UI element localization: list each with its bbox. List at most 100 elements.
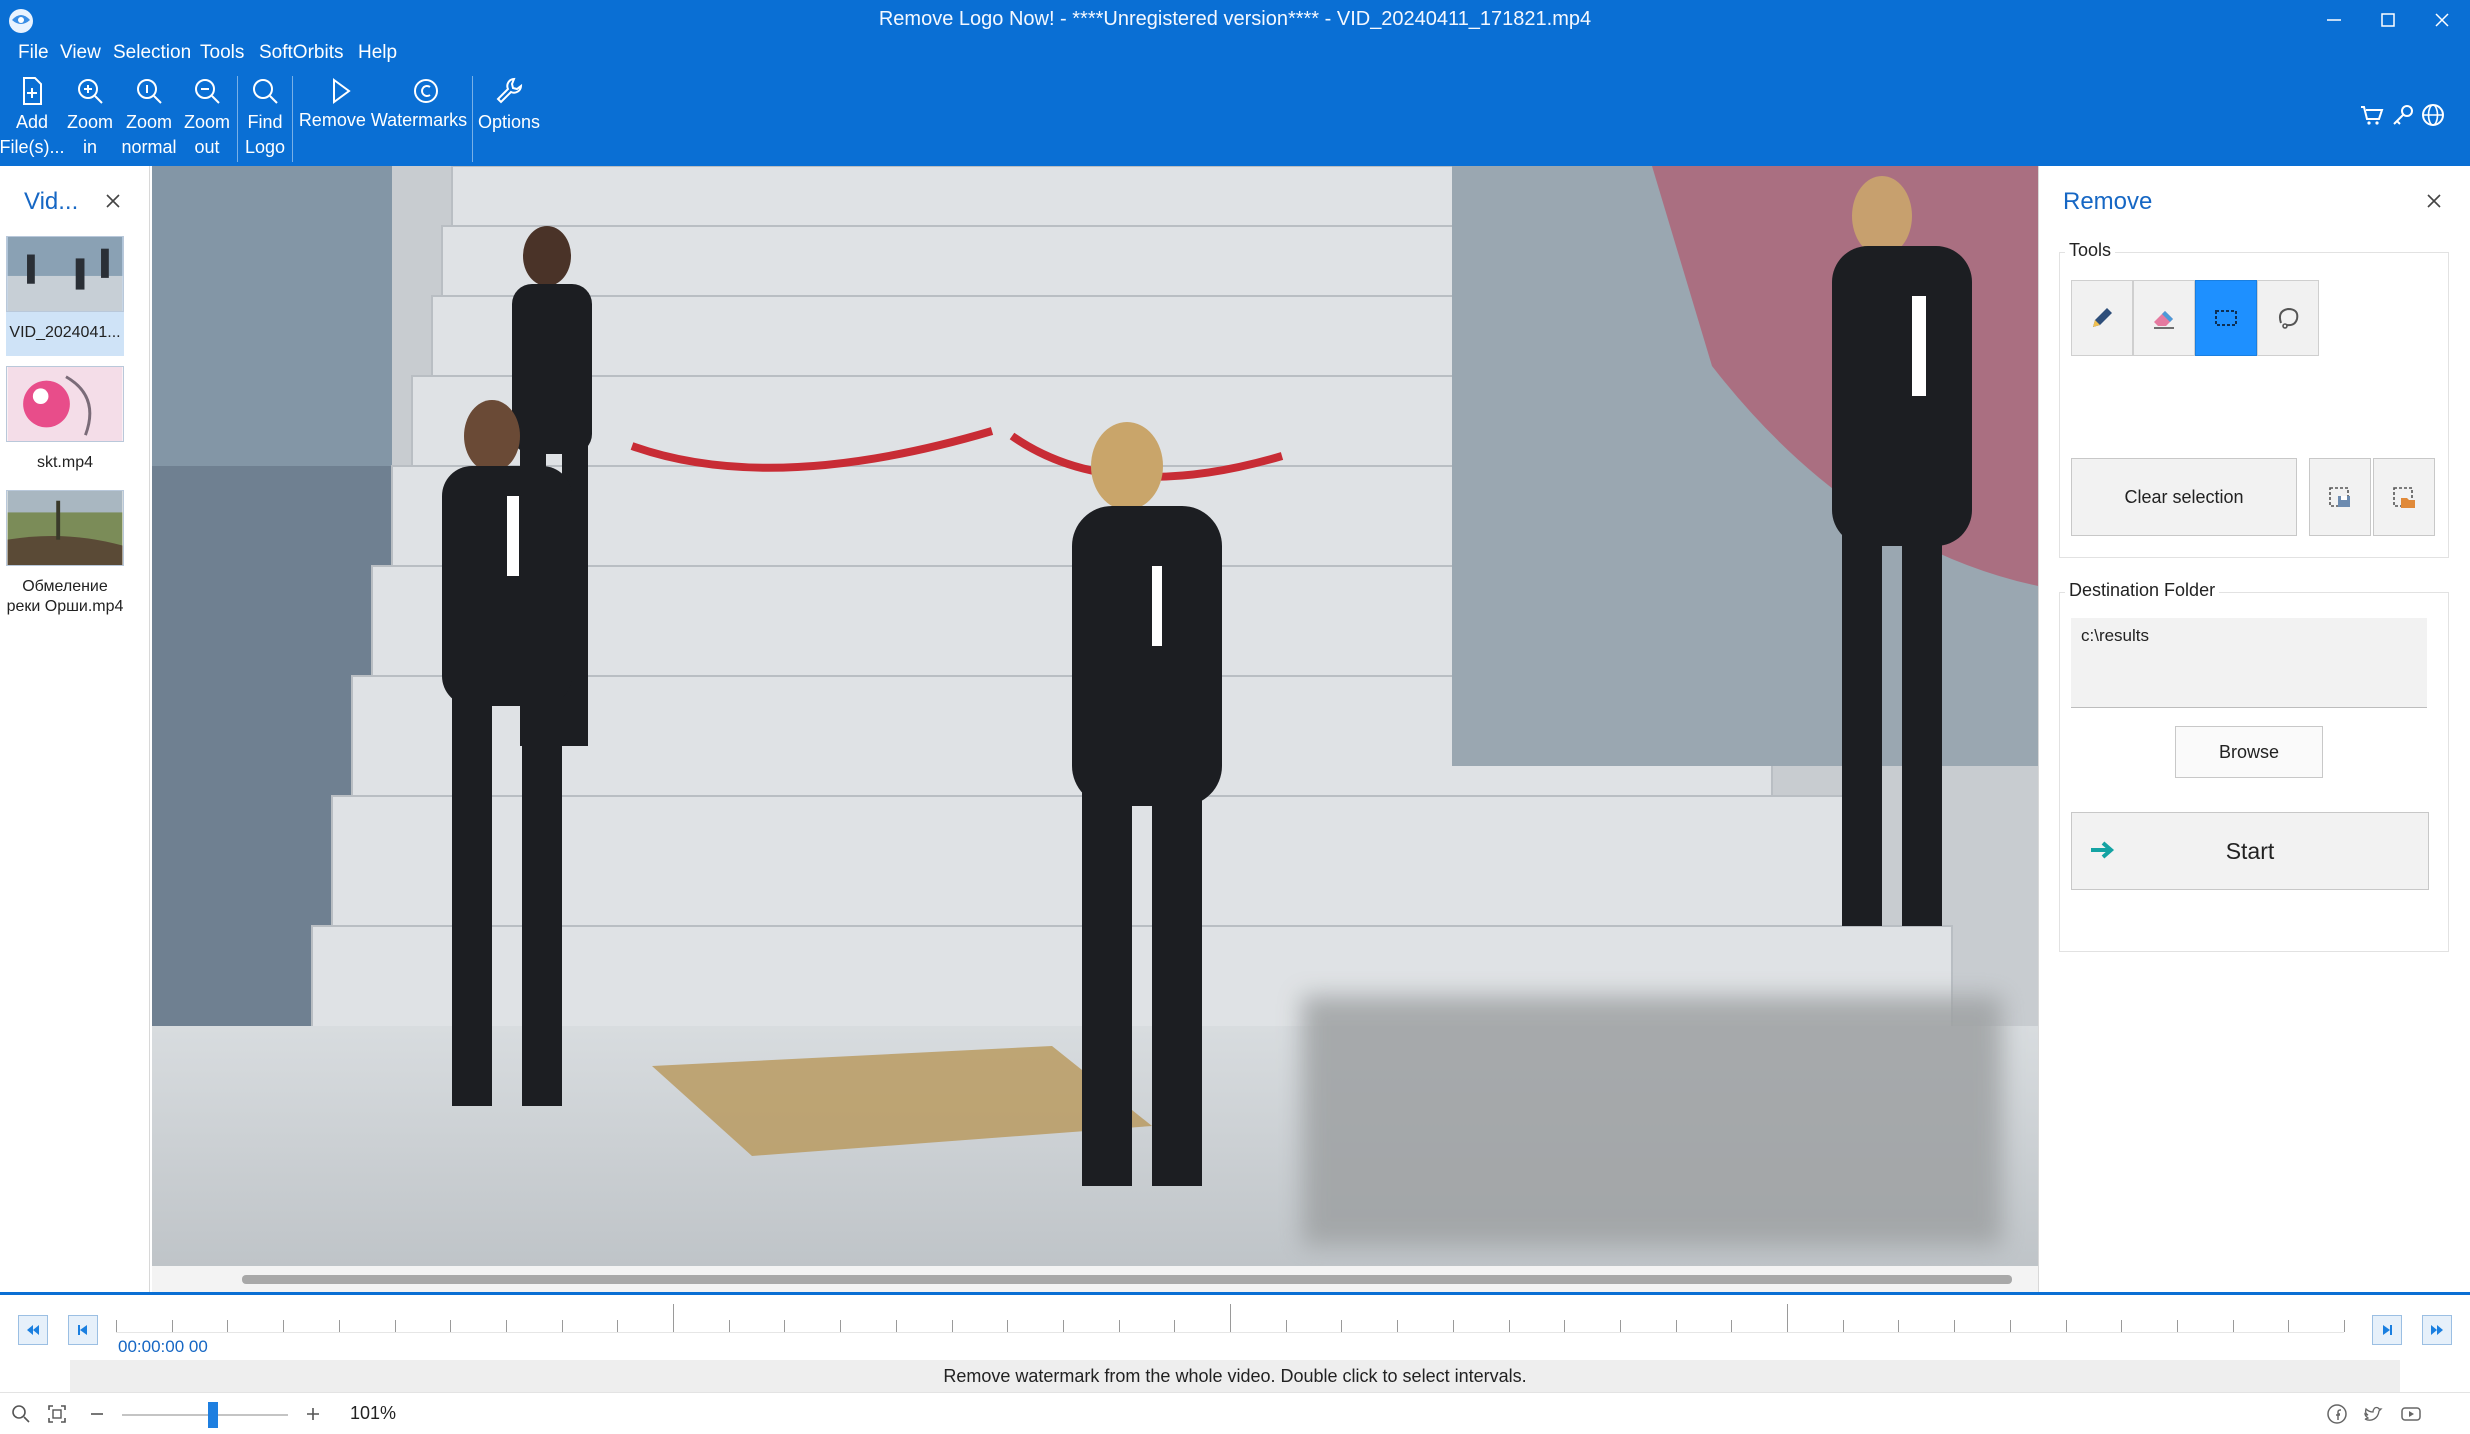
options-label: Options: [477, 112, 541, 132]
timeline-tick: [1397, 1320, 1398, 1332]
video-thumb-item[interactable]: Обмеление реки Орши.mp4: [6, 490, 124, 617]
plus-icon[interactable]: [302, 1403, 324, 1425]
menu-help[interactable]: Help: [358, 42, 397, 64]
timeline-tick: [1286, 1320, 1287, 1332]
timeline-tick: [1843, 1320, 1844, 1332]
video-frame-image: [152, 166, 2038, 1266]
tools-group-label: Tools: [2065, 240, 2116, 261]
timeline-tick: [450, 1320, 451, 1332]
timeline-tick: [2010, 1320, 2011, 1332]
horizontal-scrollbar[interactable]: [152, 1266, 2038, 1292]
cart-icon[interactable]: [2358, 102, 2384, 128]
zoom-slider-track[interactable]: [122, 1414, 288, 1416]
timeline-tick: [2066, 1320, 2067, 1332]
menu-tools[interactable]: Tools: [200, 42, 244, 64]
timeline-tick: [562, 1320, 563, 1332]
destination-label: Destination Folder: [2065, 580, 2220, 601]
zoom-out-button[interactable]: Zoom out: [180, 74, 234, 160]
window-title: Remove Logo Now! - ****Unregistered vers…: [878, 8, 1592, 30]
facebook-icon[interactable]: [2326, 1403, 2348, 1425]
go-to-end-button[interactable]: [2422, 1315, 2452, 1345]
timeline-tick: [506, 1320, 507, 1332]
zoom-fit-icon[interactable]: [10, 1403, 32, 1425]
timeline-tick: [1787, 1304, 1788, 1332]
timeline-tick: [617, 1320, 618, 1332]
zoom-in-label-2: in: [82, 137, 97, 157]
close-icon[interactable]: [2425, 192, 2443, 210]
destination-folder-input[interactable]: c:\results: [2071, 618, 2427, 708]
timeline-tick: [1676, 1320, 1677, 1332]
step-back-icon: [78, 1325, 87, 1335]
timeline-tick: [1230, 1304, 1231, 1332]
copyright-icon: [414, 79, 438, 103]
pencil-tool-button[interactable]: [2071, 280, 2133, 356]
search-icon: [253, 79, 278, 104]
add-files-button[interactable]: Add File(s)...: [0, 74, 65, 160]
timeline-tick: [1453, 1320, 1454, 1332]
menu-view[interactable]: View: [60, 42, 101, 64]
youtube-icon[interactable]: [2400, 1403, 2422, 1425]
remove-watermarks-button[interactable]: Remove Watermarks: [296, 74, 470, 133]
timeline-tick: [840, 1320, 841, 1332]
close-icon[interactable]: [104, 192, 122, 210]
fit-screen-icon[interactable]: [46, 1403, 68, 1425]
zoom-normal-button[interactable]: Zoom normal: [120, 74, 178, 160]
video-thumbnail: [6, 490, 124, 566]
timeline-tick: [1007, 1320, 1008, 1332]
zoom-in-icon: [78, 79, 103, 104]
menu-softorbits[interactable]: SoftOrbits: [259, 42, 343, 64]
maximize-button[interactable]: [2360, 0, 2416, 40]
zoom-normal-label-1: Zoom: [125, 112, 172, 132]
ribbon-separator: [237, 76, 238, 162]
save-selection-icon: [2329, 487, 2350, 507]
options-button[interactable]: Options: [474, 74, 544, 135]
fast-forward-icon: [2431, 1325, 2443, 1335]
go-to-start-button[interactable]: [18, 1315, 48, 1345]
ribbon-toolbar: Add File(s)... Zoom in Zoom normal Zoom …: [0, 68, 2470, 166]
timeline[interactable]: 00:00:00 00: [0, 1292, 2470, 1360]
find-logo-label-1: Find: [247, 112, 283, 132]
clear-selection-button[interactable]: Clear selection: [2071, 458, 2297, 536]
close-button[interactable]: [2414, 0, 2470, 40]
zoom-level: 101%: [350, 1403, 397, 1423]
save-selection-button[interactable]: [2309, 458, 2371, 536]
timeline-tick: [339, 1320, 340, 1332]
rectangle-select-tool-button[interactable]: [2195, 280, 2257, 356]
zoom-in-label-1: Zoom: [66, 112, 113, 132]
lasso-tool-button[interactable]: [2257, 280, 2319, 356]
video-preview-canvas[interactable]: [152, 166, 2038, 1266]
zoom-in-button[interactable]: Zoom in: [64, 74, 116, 160]
zoom-slider-thumb[interactable]: [208, 1402, 218, 1428]
menu-file[interactable]: File: [18, 42, 49, 64]
timeline-track[interactable]: [116, 1303, 2345, 1333]
lasso-icon: [2278, 307, 2299, 329]
video-thumb-item[interactable]: VID_2024041...: [6, 236, 124, 356]
load-selection-button[interactable]: [2373, 458, 2435, 536]
key-icon[interactable]: [2390, 102, 2416, 128]
timeline-tick: [952, 1320, 953, 1332]
browse-button[interactable]: Browse: [2175, 726, 2323, 778]
timeline-tick: [1564, 1320, 1565, 1332]
add-files-label-2: File(s)...: [0, 137, 65, 157]
video-list-title: Vid...: [24, 188, 79, 215]
app-window: Remove Logo Now! - ****Unregistered vers…: [0, 0, 2470, 1434]
start-button[interactable]: Start: [2071, 812, 2429, 890]
find-logo-button[interactable]: Find Logo: [240, 74, 290, 160]
scrollbar-thumb[interactable]: [242, 1275, 2012, 1284]
minimize-button[interactable]: [2306, 0, 2362, 40]
start-label: Start: [2225, 837, 2275, 864]
globe-icon[interactable]: [2420, 102, 2446, 128]
add-file-icon: [23, 77, 42, 105]
timeline-tick: [896, 1320, 897, 1332]
step-forward-button[interactable]: [2372, 1315, 2402, 1345]
video-thumb-item[interactable]: skt.mp4: [6, 366, 124, 473]
eraser-tool-button[interactable]: [2133, 280, 2195, 356]
timeline-tick: [729, 1320, 730, 1332]
menu-selection[interactable]: Selection: [113, 42, 191, 64]
remove-panel-title: Remove: [2063, 188, 2153, 215]
minus-icon[interactable]: [86, 1403, 108, 1425]
step-back-button[interactable]: [68, 1315, 98, 1345]
zoom-out-icon: [195, 79, 220, 104]
twitter-icon[interactable]: [2362, 1403, 2384, 1425]
zoom-normal-icon: [137, 79, 162, 104]
